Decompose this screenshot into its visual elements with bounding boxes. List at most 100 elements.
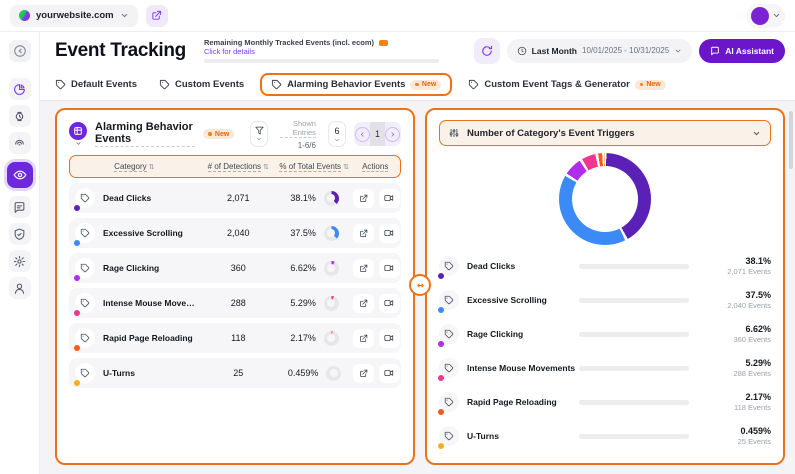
current-page[interactable]: 1 <box>370 122 385 146</box>
shown-entries-label: Shown Entries <box>280 119 315 138</box>
sort-icon[interactable]: ⇅ <box>343 163 349 171</box>
category-icon <box>439 358 459 378</box>
category-icon <box>439 324 459 344</box>
sidebar-item-recordings[interactable] <box>9 132 31 154</box>
chart-metric-dropdown[interactable]: Number of Category's Event Triggers <box>439 120 771 146</box>
tab-alarming-behavior-events[interactable]: Alarming Behavior Events New <box>260 73 452 96</box>
ai-assistant-button[interactable]: AI Assistant <box>699 39 785 63</box>
legend-bar <box>579 298 689 303</box>
details-link[interactable]: Click for details <box>204 47 444 56</box>
mini-donut <box>324 226 339 241</box>
legend-bar <box>579 434 689 439</box>
video-camera-icon <box>384 228 394 238</box>
sidebar-item-dashboard[interactable] <box>9 78 31 100</box>
view-recordings-button[interactable] <box>379 224 400 243</box>
wave-icon <box>13 137 26 150</box>
category-color-dot <box>438 273 444 279</box>
sidebar-item-account[interactable] <box>9 277 31 299</box>
gear-icon <box>13 255 26 268</box>
column-category[interactable]: Category⇅ <box>70 162 199 172</box>
tab-custom-event-tags-generator[interactable]: Custom Event Tags & Generator New <box>468 79 665 90</box>
mini-donut <box>324 331 339 346</box>
column-detections[interactable]: # of Detections⇅ <box>199 162 278 172</box>
tab-custom-events[interactable]: Custom Events <box>159 79 244 90</box>
view-recordings-button[interactable] <box>379 259 400 278</box>
category-color-dot <box>438 443 444 449</box>
legend-bar <box>579 400 689 405</box>
refresh-button[interactable] <box>474 38 500 64</box>
sidebar-item-feedback[interactable] <box>9 196 31 218</box>
open-details-button[interactable] <box>353 294 374 313</box>
legend-name: Rapid Page Reloading <box>467 397 579 407</box>
scrollbar-thumb[interactable] <box>789 111 793 169</box>
legend-row: Excessive Scrolling 37.5%2,040 Events <box>439 285 771 315</box>
next-page-button[interactable] <box>385 122 401 146</box>
video-camera-icon <box>384 333 394 343</box>
percent-value: 38.1% <box>290 193 316 203</box>
open-details-button[interactable] <box>353 189 374 208</box>
sidebar-item-settings[interactable] <box>9 250 31 272</box>
table-row: Rage Clicking 360 6.62% <box>69 253 401 283</box>
open-site-button[interactable] <box>146 5 168 27</box>
legend-percent: 37.5% <box>689 290 771 300</box>
tag-icon <box>55 79 66 90</box>
category-color-dot <box>74 380 80 386</box>
legend-events: 25 Events <box>689 437 771 446</box>
tracked-events-badge <box>379 40 388 46</box>
legend-row: Rapid Page Reloading 2.17%118 Events <box>439 387 771 417</box>
sidebar-item-history[interactable] <box>9 105 31 127</box>
legend-bar <box>579 264 689 269</box>
mini-donut <box>324 296 339 311</box>
sort-icon[interactable]: ⇅ <box>149 163 155 171</box>
donut-hole <box>572 166 638 232</box>
open-details-button[interactable] <box>353 259 374 278</box>
prev-page-button[interactable] <box>354 122 370 146</box>
domain-selector[interactable]: yourwebsite.com <box>10 5 138 27</box>
account-menu[interactable] <box>747 4 785 28</box>
resize-horizontal-icon <box>415 280 426 291</box>
external-link-icon <box>359 264 368 273</box>
shown-entries-value: 1-6/6 <box>280 141 315 150</box>
legend-row: Intense Mouse Movements 5.29%288 Events <box>439 353 771 383</box>
tracked-events-progressbar <box>204 59 439 63</box>
tag-icon <box>159 79 170 90</box>
legend-row: Rage Clicking 6.62%360 Events <box>439 319 771 349</box>
chevron-down-icon <box>772 11 781 20</box>
sidebar-item-event-tracking[interactable] <box>7 162 33 188</box>
legend-bar <box>579 366 689 371</box>
open-details-button[interactable] <box>353 224 374 243</box>
alarming-events-table-panel: Alarming Behavior Events New Shown Entri… <box>55 108 415 465</box>
percent-value: 6.62% <box>290 263 316 273</box>
category-icon <box>439 290 459 310</box>
video-camera-icon <box>384 193 394 203</box>
view-recordings-button[interactable] <box>379 329 400 348</box>
page-size-select[interactable]: 6 <box>328 121 346 147</box>
legend-events: 288 Events <box>689 369 771 378</box>
view-recordings-button[interactable] <box>379 189 400 208</box>
panel-type-selector[interactable] <box>69 122 87 147</box>
open-details-button[interactable] <box>353 364 374 383</box>
sort-icon[interactable]: ⇅ <box>263 163 269 171</box>
legend-name: U-Turns <box>467 431 579 441</box>
new-badge: New <box>635 80 666 90</box>
page-header: Event Tracking Remaining Monthly Tracked… <box>40 32 795 69</box>
panel-resize-handle[interactable] <box>409 274 431 296</box>
column-percent[interactable]: % of Total Events⇅ <box>278 162 351 172</box>
view-recordings-button[interactable] <box>379 294 400 313</box>
table-row: Rapid Page Reloading 118 2.17% <box>69 323 401 353</box>
category-color-dot <box>74 275 80 281</box>
chat-icon <box>710 46 720 56</box>
sidebar-item-privacy[interactable] <box>9 223 31 245</box>
category-name: Dead Clicks <box>103 193 151 203</box>
date-range-picker[interactable]: Last Month 10/01/2025 - 10/31/2025 <box>507 39 693 63</box>
column-actions: Actions <box>350 162 400 172</box>
filter-button[interactable] <box>250 121 268 147</box>
open-details-button[interactable] <box>353 329 374 348</box>
date-preset: Last Month <box>532 46 577 56</box>
sidebar-collapse-button[interactable] <box>9 40 31 62</box>
tab-default-events[interactable]: Default Events <box>55 79 137 90</box>
video-camera-icon <box>384 368 394 378</box>
video-camera-icon <box>384 263 394 273</box>
view-recordings-button[interactable] <box>379 364 400 383</box>
category-icon <box>439 256 459 276</box>
